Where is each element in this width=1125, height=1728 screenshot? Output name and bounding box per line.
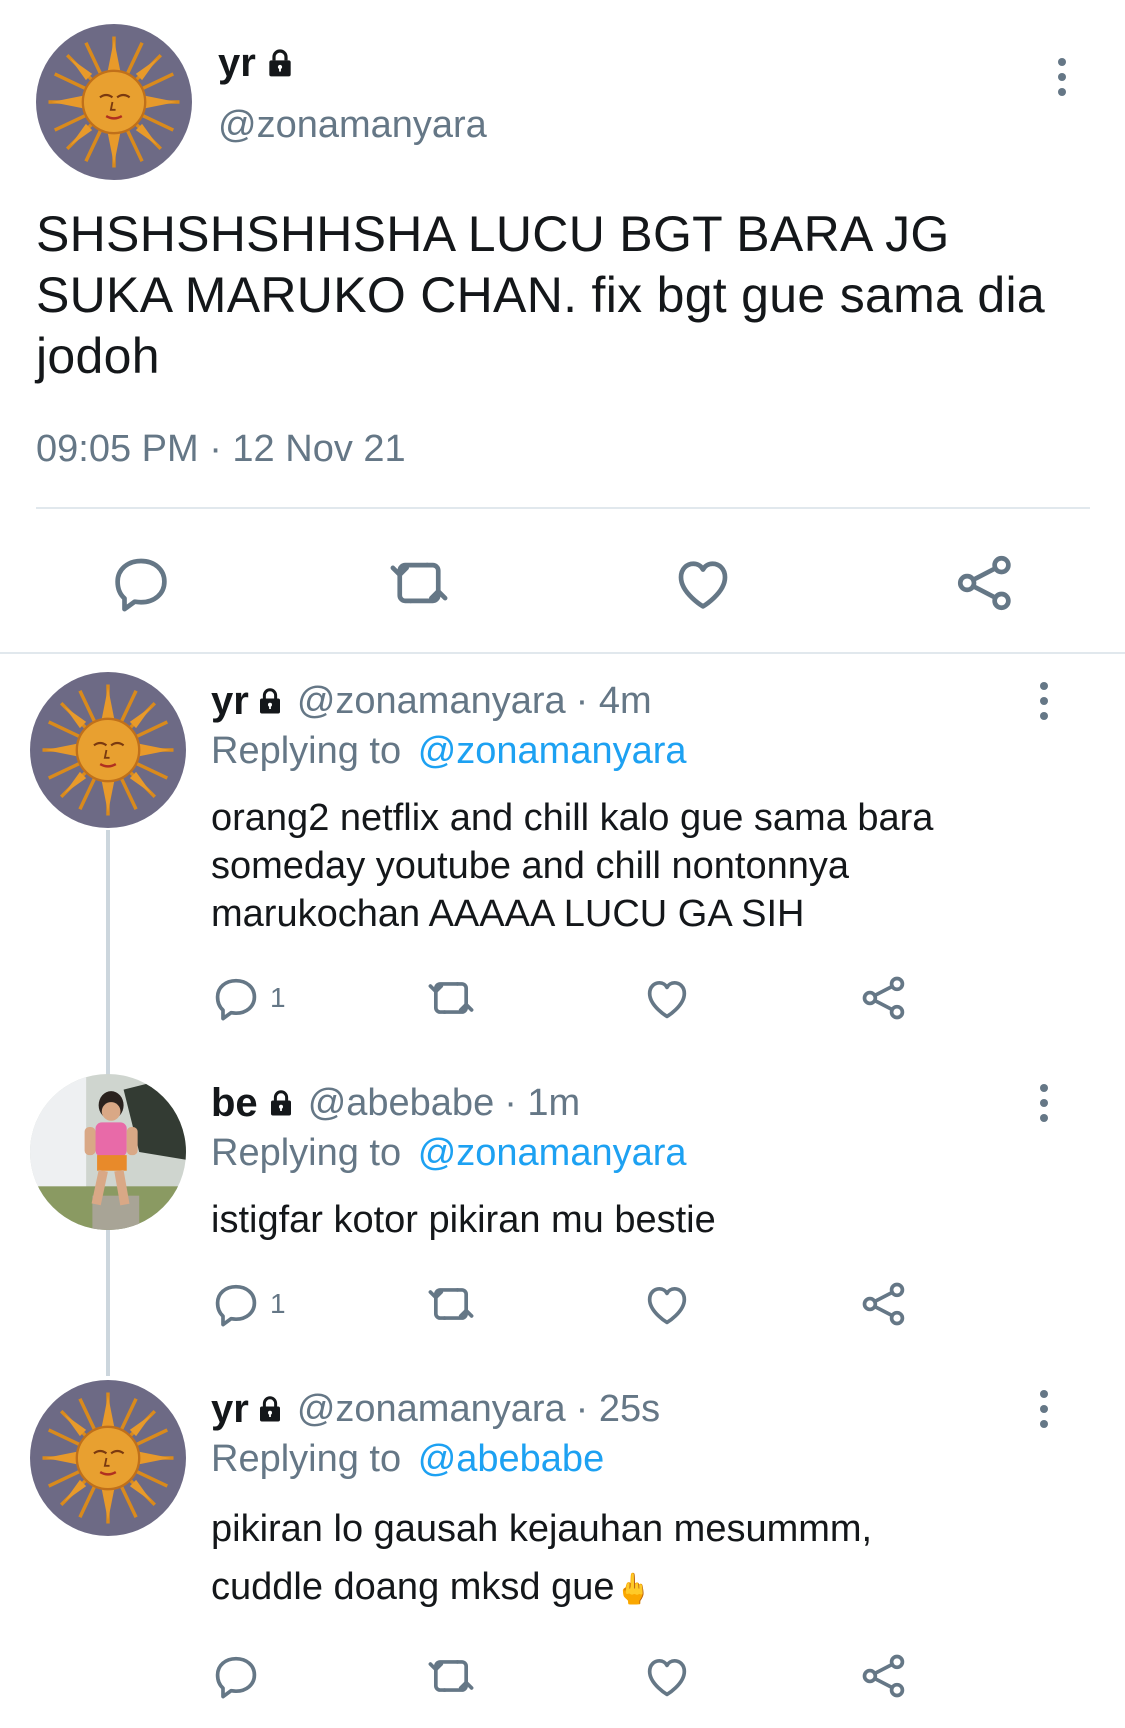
like-icon[interactable] [641,1650,693,1702]
author-name[interactable]: yr [211,679,249,724]
author-name[interactable]: yr [218,41,256,86]
main-author-name-row: yr [218,38,296,88]
reply-icon [210,1650,262,1702]
retweet-icon[interactable] [425,1650,477,1702]
reply-icon [210,972,262,1024]
reply-button[interactable]: 1 [210,1278,286,1330]
reply-header: yr @zonamanyara · 4m [211,676,652,726]
tweet-text: SHSHSHSHHSHA LUCU BGT BARA JG SUKA MARUK… [36,206,1045,384]
person-avatar-image [30,1074,186,1230]
tweet-timestamp: 09:05 PM · 12 Nov 21 [36,428,406,470]
lock-icon [255,685,285,717]
lock-icon [264,46,296,80]
author-name[interactable]: be [211,1081,258,1126]
reply-time: · 1m [504,1081,581,1124]
reply-button[interactable] [210,1650,262,1702]
share-icon[interactable] [858,1278,910,1330]
retweet-icon[interactable] [425,972,477,1024]
replying-to: Replying to @zonamanyara [211,730,687,773]
section-divider [0,652,1125,654]
lock-icon [255,1393,285,1425]
share-icon[interactable] [952,550,1018,616]
reply-text-line-2: cuddle doang mksd gue [211,1566,615,1608]
reply-icon[interactable] [108,550,174,616]
share-icon[interactable] [858,972,910,1024]
avatar[interactable] [30,1380,186,1536]
author-handle[interactable]: @zonamanyara [218,104,487,147]
reply-text: istigfar kotor pikiran mu bestie [211,1199,716,1241]
replying-to-link[interactable]: @abebabe [418,1438,605,1480]
reply-icon [210,1278,262,1330]
lock-icon [266,1087,296,1119]
replying-to-label: Replying to [211,730,402,772]
avatar[interactable] [30,1074,186,1230]
reply-count: 1 [270,1288,286,1319]
replying-to-link[interactable]: @zonamanyara [418,730,687,772]
reply-text-line: cuddle doang mksd gue🖕 [211,1558,1061,1619]
sun-avatar-image [30,1380,186,1536]
reply-count: 1 [270,982,286,1013]
author-handle[interactable]: @zonamanyara [297,1388,566,1431]
share-icon[interactable] [858,1650,910,1702]
replying-to: Replying to @zonamanyara [211,1132,687,1175]
like-icon[interactable] [670,550,736,616]
reply-text: pikiran lo gausah kejauhan mesummm, cudd… [211,1500,1061,1619]
sun-avatar-image [36,24,192,180]
middle-finger-emoji: 🖕 [614,1573,652,1606]
reply-button[interactable]: 1 [210,972,286,1024]
avatar[interactable] [36,24,192,180]
replying-to-label: Replying to [211,1438,402,1480]
author-handle[interactable]: @zonamanyara [297,680,566,723]
like-icon[interactable] [641,1278,693,1330]
divider [36,507,1090,509]
replying-to: Replying to @abebabe [211,1438,604,1481]
reply-time: · 25s [575,1387,661,1430]
author-handle[interactable]: @abebabe [308,1082,495,1125]
sun-avatar-image [30,672,186,828]
reply-time: · 4m [575,679,652,722]
replying-to-label: Replying to [211,1132,402,1174]
more-options-icon[interactable] [1037,682,1051,720]
retweet-icon[interactable] [386,550,452,616]
more-options-icon[interactable] [1055,58,1069,96]
author-name[interactable]: yr [211,1387,249,1432]
more-options-icon[interactable] [1037,1084,1051,1122]
reply-text-line: pikiran lo gausah kejauhan mesummm, [211,1508,873,1550]
like-icon[interactable] [641,972,693,1024]
retweet-icon[interactable] [425,1278,477,1330]
reply-header: be @abebabe · 1m [211,1078,580,1128]
replying-to-link[interactable]: @zonamanyara [418,1132,687,1174]
reply-text: orang2 netflix and chill kalo gue sama b… [211,797,934,935]
more-options-icon[interactable] [1037,1390,1051,1428]
reply-header: yr @zonamanyara · 25s [211,1384,660,1434]
avatar[interactable] [30,672,186,828]
